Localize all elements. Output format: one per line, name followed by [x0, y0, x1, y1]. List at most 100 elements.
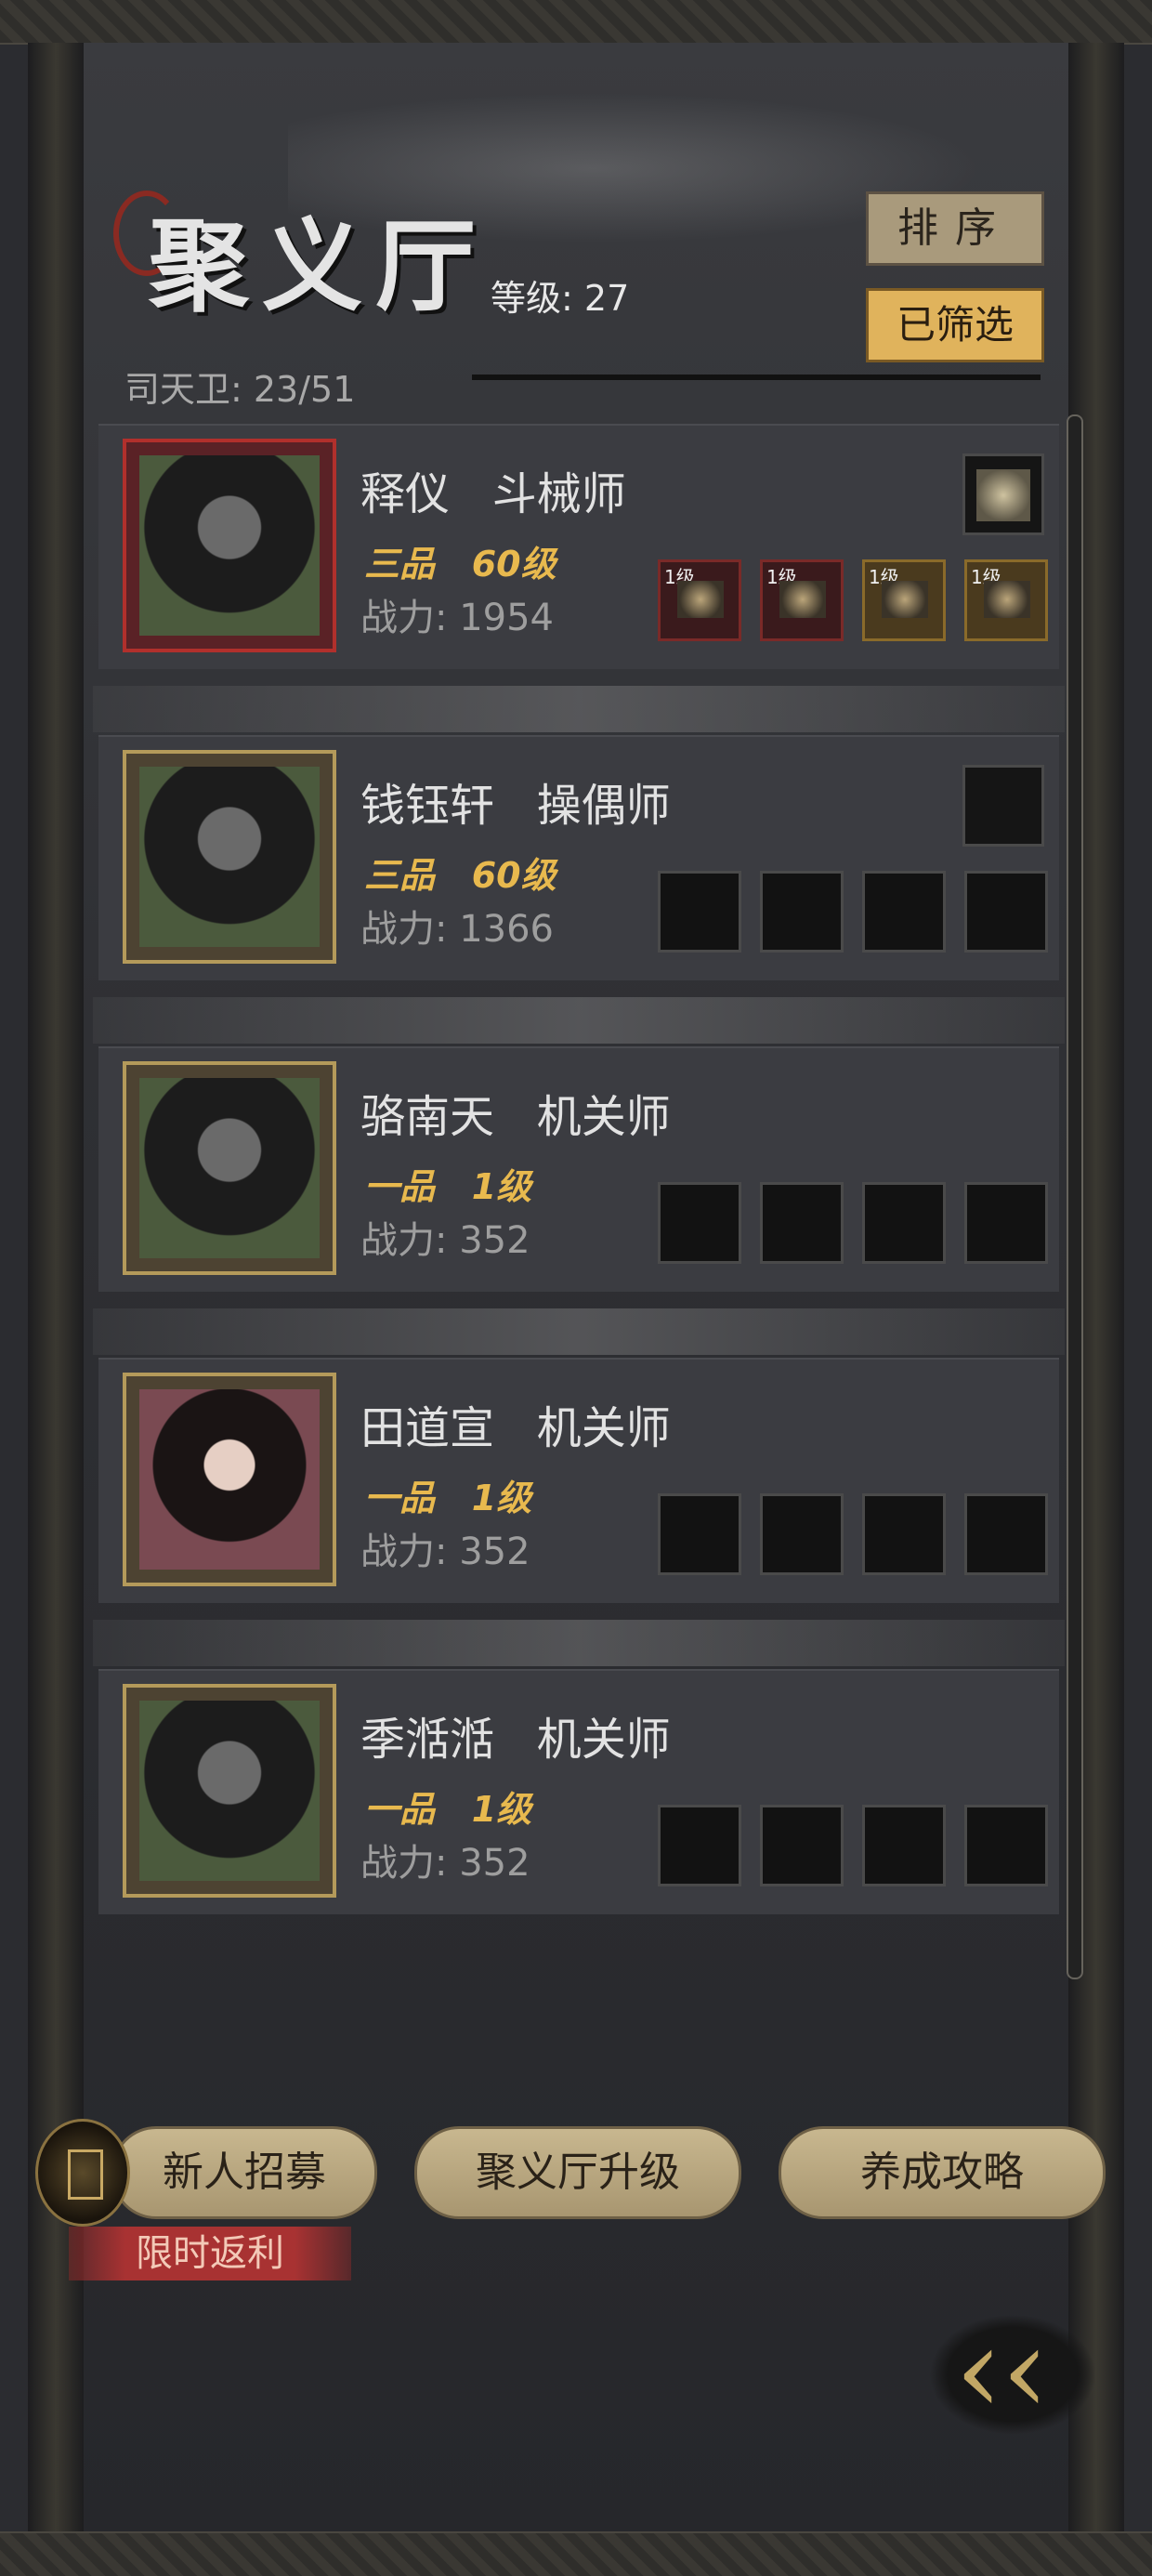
character-profession: 操偶师	[536, 780, 671, 832]
empty-equipment-slot[interactable]	[862, 1182, 946, 1264]
slot-level: 1级	[664, 566, 695, 588]
empty-equipment-slot[interactable]	[760, 1805, 844, 1886]
empty-equipment-slot[interactable]	[862, 1493, 946, 1575]
character-rank-line: 三品 60级	[364, 535, 556, 586]
empty-equipment-slot[interactable]	[760, 1182, 844, 1264]
comb-icon[interactable]	[962, 453, 1044, 535]
power-label: 战力:	[360, 1842, 448, 1885]
empty-equipment-slot[interactable]	[658, 1805, 741, 1886]
character-level: 60级	[471, 855, 556, 896]
character-card[interactable]: 释仪 斗械师 三品 60级 战力: 1954 1级 1级 1级 1级	[93, 424, 1065, 732]
emblem-icon	[68, 2149, 103, 2200]
character-portrait	[123, 1373, 336, 1586]
character-portrait	[123, 1684, 336, 1898]
recruit-badge-icon[interactable]	[35, 2119, 130, 2227]
character-level: 1级	[471, 1789, 532, 1830]
character-name: 田道宣	[360, 1402, 495, 1454]
hero-avatar	[139, 1701, 320, 1881]
hero-avatar	[139, 767, 320, 947]
empty-equipment-slot[interactable]	[964, 871, 1048, 953]
power-label: 战力:	[360, 597, 448, 639]
character-card[interactable]: 季湉湉 机关师 一品 1级 战力: 352	[98, 1669, 1059, 1914]
hall-level: 等级: 27	[491, 269, 629, 321]
back-button[interactable]: ‹ ‹	[929, 2295, 1106, 2444]
character-name-line: 田道宣 机关师	[360, 1391, 671, 1456]
sort-button[interactable]: 排序	[866, 191, 1044, 266]
top-border	[0, 0, 1152, 45]
heroine-avatar	[139, 1389, 320, 1570]
character-level: 1级	[471, 1166, 532, 1207]
level-label: 等级:	[491, 278, 573, 319]
character-portrait	[123, 1061, 336, 1275]
crossbow-icon[interactable]: 1级	[658, 559, 741, 641]
empty-equipment-slot[interactable]	[658, 1493, 741, 1575]
hero-avatar	[139, 455, 320, 636]
empty-equipment-slot[interactable]	[760, 1493, 844, 1575]
chevron-left-icon: ‹	[955, 2302, 1003, 2440]
character-name-line: 季湉湉 机关师	[360, 1702, 671, 1768]
armor-icon[interactable]: 1级	[760, 559, 844, 641]
character-rank: 一品	[364, 1478, 436, 1518]
level-value: 27	[583, 278, 630, 319]
character-profession: 机关师	[536, 1402, 671, 1454]
character-name: 骆南天	[360, 1091, 495, 1143]
character-level: 1级	[471, 1478, 532, 1518]
list-scrollbar[interactable]	[1067, 414, 1083, 1979]
character-power-line: 战力: 1954	[360, 587, 554, 641]
empty-equipment-slot[interactable]	[862, 1805, 946, 1886]
character-rank-line: 三品 60级	[364, 847, 556, 898]
recruit-button[interactable]: 新人招募	[111, 2126, 377, 2219]
power-value: 352	[459, 1219, 530, 1262]
character-power-line: 战力: 352	[360, 1833, 530, 1886]
empty-equipment-slot[interactable]	[760, 871, 844, 953]
character-card[interactable]: 钱钰轩 操偶师 三品 60级 战力: 1366	[93, 735, 1065, 1044]
power-value: 352	[459, 1531, 530, 1573]
filter-button[interactable]: 已筛选	[866, 288, 1044, 362]
character-profession: 机关师	[536, 1714, 671, 1766]
empty-equipment-slot[interactable]	[964, 1805, 1048, 1886]
card-divider	[93, 1308, 1065, 1355]
hero-avatar	[139, 1078, 320, 1258]
card-divider	[93, 1620, 1065, 1666]
character-power-line: 战力: 352	[360, 1210, 530, 1264]
character-level: 60级	[471, 544, 556, 585]
power-label: 战力:	[360, 1531, 448, 1573]
guide-button[interactable]: 养成攻略	[779, 2126, 1106, 2219]
character-name: 释仪	[360, 468, 451, 520]
promo-tag[interactable]: 限时返利	[69, 2227, 351, 2280]
character-card[interactable]: 骆南天 机关师 一品 1级 战力: 352	[93, 1046, 1065, 1355]
slot-level: 1级	[869, 566, 899, 588]
character-power-line: 战力: 1366	[360, 899, 554, 953]
character-card[interactable]: 田道宣 机关师 一品 1级 战力: 352	[93, 1358, 1065, 1666]
power-value: 1366	[459, 908, 554, 951]
card-divider	[93, 997, 1065, 1044]
empty-equipment-slot[interactable]	[964, 1182, 1048, 1264]
boots-icon[interactable]: 1级	[964, 559, 1048, 641]
character-rank-line: 一品 1级	[364, 1158, 531, 1209]
character-name-line: 释仪 斗械师	[360, 457, 626, 522]
character-name: 钱钰轩	[360, 780, 495, 832]
power-value: 352	[459, 1842, 530, 1885]
empty-equipment-slot[interactable]	[862, 871, 946, 953]
title-divider	[472, 375, 1041, 380]
character-rank: 一品	[364, 1789, 436, 1830]
empty-equipment-slot[interactable]	[658, 1182, 741, 1264]
empty-equipment-slot[interactable]	[658, 871, 741, 953]
bottom-border	[0, 2531, 1152, 2576]
slot-level: 1级	[971, 566, 1001, 588]
empty-equipment-slot[interactable]	[964, 1493, 1048, 1575]
card-divider	[93, 686, 1065, 732]
character-rank: 一品	[364, 1166, 436, 1207]
power-label: 战力:	[360, 1219, 448, 1262]
character-rank: 三品	[364, 855, 436, 896]
character-rank-line: 一品 1级	[364, 1781, 531, 1832]
empty-accessory-slot[interactable]	[962, 765, 1044, 847]
pouch-icon[interactable]: 1级	[862, 559, 946, 641]
power-label: 战力:	[360, 908, 448, 951]
character-name: 季湉湉	[360, 1714, 495, 1766]
page-title: 聚义厅	[149, 208, 490, 325]
character-power-line: 战力: 352	[360, 1521, 530, 1575]
slot-level: 1级	[766, 566, 797, 588]
hall-upgrade-button[interactable]: 聚义厅升级	[414, 2126, 741, 2219]
character-portrait	[123, 750, 336, 964]
